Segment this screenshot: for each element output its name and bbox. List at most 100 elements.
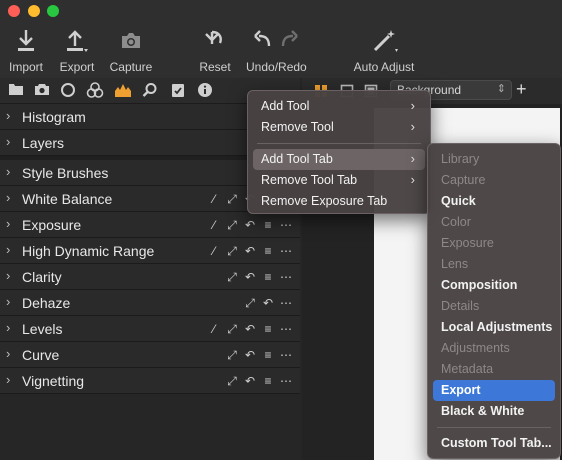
close-window-button[interactable]: [8, 5, 20, 17]
info-icon: [198, 83, 212, 97]
presets-icon[interactable]: ≡: [260, 269, 276, 285]
presets-icon[interactable]: ≡: [260, 243, 276, 259]
chevron-right-icon[interactable]: ›: [6, 294, 10, 309]
reset-button[interactable]: Reset: [196, 28, 234, 74]
color-picker-icon[interactable]: ⁄: [206, 321, 222, 337]
presets-icon[interactable]: ≡: [260, 373, 276, 389]
camera-icon: [108, 28, 154, 58]
import-button[interactable]: Import: [6, 28, 46, 74]
undo-redo-icon: [246, 28, 306, 58]
tool-row[interactable]: › Dehaze ⤢ ↶ ⋯: [0, 290, 300, 316]
chevron-right-icon[interactable]: ›: [6, 242, 10, 257]
capture-label: Capture: [109, 60, 153, 74]
more-icon[interactable]: ⋯: [278, 321, 294, 337]
submenu-item[interactable]: Export: [433, 380, 555, 401]
main-toolbar: Import Export Capture Reset Undo/Redo Au…: [0, 0, 562, 78]
expand-icon[interactable]: ⤢: [224, 191, 240, 207]
presets-icon[interactable]: ≡: [260, 347, 276, 363]
menu-item[interactable]: Add Tool Tab ›: [253, 149, 425, 170]
expand-icon[interactable]: ⤢: [242, 295, 258, 311]
add-icon[interactable]: +: [516, 79, 527, 100]
tool-row[interactable]: › Exposure ⁄ ⤢ ↶ ≡ ⋯: [0, 212, 300, 238]
tool-name: Exposure: [22, 217, 82, 233]
tool-row[interactable]: › Vignetting ⤢ ↶ ≡ ⋯: [0, 368, 300, 394]
presets-icon[interactable]: ≡: [260, 217, 276, 233]
export-button[interactable]: Export: [56, 28, 98, 74]
color-picker-icon[interactable]: ⁄: [206, 243, 222, 259]
submenu-arrow-icon: ›: [410, 98, 415, 113]
select-arrows-icon: ⇕: [496, 83, 506, 95]
more-icon[interactable]: ⋯: [278, 347, 294, 363]
tool-name: Dehaze: [22, 295, 71, 311]
chevron-right-icon[interactable]: ›: [6, 164, 10, 179]
reset-icon[interactable]: ↶: [260, 295, 276, 311]
color-picker-icon[interactable]: ⁄: [206, 191, 222, 207]
chevron-right-icon[interactable]: ›: [6, 134, 10, 149]
expand-icon[interactable]: ⤢: [224, 269, 240, 285]
expand-icon[interactable]: ⤢: [224, 243, 240, 259]
expand-icon[interactable]: ⤢: [224, 373, 240, 389]
chevron-right-icon[interactable]: ›: [6, 216, 10, 231]
library-tab[interactable]: [6, 82, 26, 100]
adjustments-tab[interactable]: [168, 82, 188, 100]
custom-tool-tab-item[interactable]: Custom Tool Tab...: [433, 433, 555, 454]
undo-redo-button[interactable]: Undo/Redo: [246, 28, 307, 74]
maximize-window-button[interactable]: [47, 5, 59, 17]
reset-icon[interactable]: ↶: [242, 321, 258, 337]
menu-item[interactable]: Remove Tool Tab ›: [253, 170, 425, 191]
tool-row[interactable]: › Curve ⤢ ↶ ≡ ⋯: [0, 342, 300, 368]
submenu-item: Library: [441, 152, 480, 166]
expand-icon[interactable]: ⤢: [224, 347, 240, 363]
reset-icon[interactable]: ↶: [242, 243, 258, 259]
tool-name: Clarity: [22, 269, 62, 285]
more-icon[interactable]: ⋯: [278, 217, 294, 233]
color-tab[interactable]: [85, 82, 105, 100]
chevron-right-icon[interactable]: ›: [6, 268, 10, 283]
folder-icon: [9, 84, 23, 95]
tool-context-menu: Add Tool › Remove Tool › Add Tool Tab › Remove…: [247, 90, 431, 214]
reset-icon[interactable]: ↶: [242, 217, 258, 233]
more-icon[interactable]: ⋯: [278, 373, 294, 389]
lens-tab[interactable]: [58, 82, 78, 100]
tool-row[interactable]: › Clarity ⤢ ↶ ≡ ⋯: [0, 264, 300, 290]
menu-item[interactable]: Remove Tool ›: [253, 117, 425, 138]
exposure-tab[interactable]: [113, 82, 133, 100]
expand-icon[interactable]: ⤢: [224, 217, 240, 233]
menu-item[interactable]: Add Tool ›: [253, 96, 425, 117]
submenu-item[interactable]: Quick: [433, 191, 555, 212]
menu-item-label: Remove Tool: [261, 120, 334, 134]
tool-row[interactable]: › Levels ⁄ ⤢ ↶ ≡ ⋯: [0, 316, 300, 342]
tool-name: Curve: [22, 347, 60, 363]
chevron-right-icon[interactable]: ›: [6, 108, 10, 123]
submenu-item[interactable]: Composition: [433, 275, 555, 296]
expand-icon[interactable]: ⤢: [224, 321, 240, 337]
tool-name: Style Brushes: [22, 165, 109, 181]
metadata-tab[interactable]: [195, 82, 215, 100]
more-icon[interactable]: ⋯: [278, 243, 294, 259]
chevron-right-icon[interactable]: ›: [6, 346, 10, 361]
tool-name: Vignetting: [22, 373, 85, 389]
chevron-right-icon[interactable]: ›: [6, 320, 10, 335]
auto-adjust-button[interactable]: Auto Adjust: [352, 28, 416, 74]
tool-actions: ⤢ ↶ ≡ ⋯: [224, 373, 294, 389]
more-icon[interactable]: ⋯: [278, 295, 294, 311]
tool-row[interactable]: › High Dynamic Range ⁄ ⤢ ↶ ≡ ⋯: [0, 238, 300, 264]
camera-icon: [35, 84, 49, 95]
reset-icon[interactable]: ↶: [242, 269, 258, 285]
capture-tab[interactable]: [32, 82, 52, 100]
reset-icon[interactable]: ↶: [242, 347, 258, 363]
details-tab[interactable]: [140, 82, 160, 100]
more-icon[interactable]: ⋯: [278, 269, 294, 285]
submenu-arrow-icon: ›: [410, 172, 415, 187]
reset-icon[interactable]: ↶: [242, 373, 258, 389]
color-picker-icon[interactable]: ⁄: [206, 217, 222, 233]
chevron-right-icon[interactable]: ›: [6, 190, 10, 205]
submenu-item[interactable]: Black & White: [433, 401, 555, 422]
submenu-item[interactable]: Local Adjustments: [433, 317, 555, 338]
minimize-window-button[interactable]: [28, 5, 40, 17]
presets-icon[interactable]: ≡: [260, 321, 276, 337]
capture-button[interactable]: Capture: [108, 28, 154, 74]
menu-item[interactable]: Remove Exposure Tab: [253, 191, 425, 212]
export-icon: [56, 28, 98, 58]
chevron-right-icon[interactable]: ›: [6, 372, 10, 387]
